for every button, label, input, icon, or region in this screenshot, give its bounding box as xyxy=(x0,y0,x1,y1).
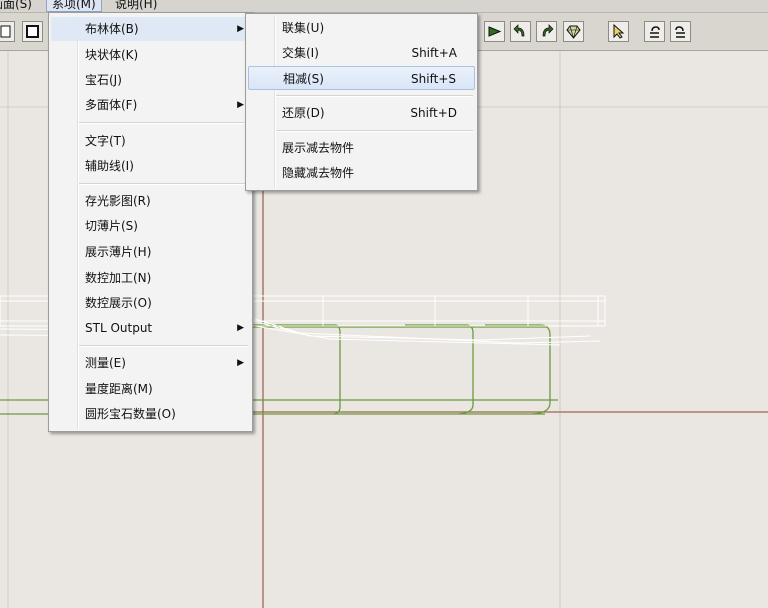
menu-item-guideline[interactable]: 辅助线(I) xyxy=(51,154,250,178)
play-button[interactable] xyxy=(484,21,505,42)
menu-item-label: 还原(D) xyxy=(282,106,325,120)
menu-help[interactable]: 说明(H) xyxy=(110,0,162,11)
menu-item-stl-output[interactable]: STL Output ▶ xyxy=(51,316,250,340)
submenu-item-union[interactable]: 联集(U) xyxy=(248,16,475,40)
options-menu: 布林体(B) ▶ 块状体(K) 宝石(J) 多面体(F) ▶ 文字(T) 辅助线… xyxy=(48,12,253,432)
menu-item-label: 隐藏减去物件 xyxy=(282,166,355,180)
menu-item-cnc-display[interactable]: 数控展示(O) xyxy=(51,291,250,315)
menu-item-label: 交集(I) xyxy=(282,46,319,60)
gem-button[interactable] xyxy=(563,21,584,42)
rotate-left-icon xyxy=(513,24,525,37)
menu-options[interactable]: 系项(M) xyxy=(46,0,102,12)
menu-item-shortcut: Shift+A xyxy=(411,46,457,60)
menu-item-label: 圆形宝石数量(O) xyxy=(85,407,176,421)
submenu-arrow-icon: ▶ xyxy=(237,24,244,34)
menu-item-label: 存光影图(R) xyxy=(85,194,151,208)
undo-icon xyxy=(650,26,660,38)
menu-item-round-gem-count[interactable]: 圆形宝石数量(O) xyxy=(51,402,250,426)
menu-item-gem[interactable]: 宝石(J) xyxy=(51,68,250,92)
submenu-arrow-icon: ▶ xyxy=(237,323,244,333)
redo-button[interactable] xyxy=(670,21,691,42)
menu-item-label: 辅助线(I) xyxy=(85,159,134,173)
submenu-item-restore[interactable]: 还原(D) Shift+D xyxy=(248,101,475,125)
menu-item-label: 相减(S) xyxy=(283,72,324,86)
menu-separator xyxy=(79,345,248,347)
rotate-right-icon xyxy=(542,24,554,37)
menu-view[interactable]: 画面(S) xyxy=(0,0,37,11)
menu-item-label: 展示减去物件 xyxy=(282,141,355,155)
menu-item-label: 多面体(F) xyxy=(85,98,138,112)
rotate-left-button[interactable] xyxy=(510,21,531,42)
submenu-item-hide-subtracted[interactable]: 隐藏减去物件 xyxy=(248,161,475,185)
menu-item-label: 数控加工(N) xyxy=(85,271,152,285)
select-pointer-icon xyxy=(613,24,625,39)
menu-separator xyxy=(79,122,248,124)
menu-separator xyxy=(276,130,473,132)
menu-item-label: 布林体(B) xyxy=(85,22,139,36)
submenu-item-intersect[interactable]: 交集(I) Shift+A xyxy=(248,41,475,65)
menu-item-label: 宝石(J) xyxy=(85,73,122,87)
menu-item-boolean[interactable]: 布林体(B) ▶ xyxy=(51,17,250,41)
menu-item-cnc-machining[interactable]: 数控加工(N) xyxy=(51,266,250,290)
square-button[interactable] xyxy=(22,21,43,42)
menu-item-label: 切薄片(S) xyxy=(85,219,138,233)
menu-separator xyxy=(79,183,248,185)
menu-item-label: 联集(U) xyxy=(282,21,325,35)
menu-item-block[interactable]: 块状体(K) xyxy=(51,43,250,67)
submenu-arrow-icon: ▶ xyxy=(237,100,244,110)
menu-item-label: 展示薄片(H) xyxy=(85,245,152,259)
menu-item-text[interactable]: 文字(T) xyxy=(51,129,250,153)
new-button[interactable] xyxy=(0,21,15,42)
menu-item-label: STL Output xyxy=(85,321,153,335)
menu-item-label: 量度距离(M) xyxy=(85,382,153,396)
boolean-submenu: 联集(U) 交集(I) Shift+A 相减(S) Shift+S 还原(D) … xyxy=(245,13,478,191)
square-icon xyxy=(26,25,39,38)
submenu-item-show-subtracted[interactable]: 展示减去物件 xyxy=(248,136,475,160)
menu-item-show-slices[interactable]: 展示薄片(H) xyxy=(51,240,250,264)
submenu-item-subtract[interactable]: 相减(S) Shift+S xyxy=(248,66,475,90)
menu-item-polyhedron[interactable]: 多面体(F) ▶ xyxy=(51,93,250,117)
gem-icon xyxy=(566,25,581,39)
menu-item-label: 数控展示(O) xyxy=(85,296,152,310)
select-button[interactable] xyxy=(608,21,629,42)
menu-item-label: 块状体(K) xyxy=(85,48,139,62)
menu-item-slice[interactable]: 切薄片(S) xyxy=(51,214,250,238)
play-arrow-icon xyxy=(488,26,502,37)
submenu-arrow-icon: ▶ xyxy=(237,358,244,368)
redo-icon xyxy=(675,26,685,38)
menu-item-measure[interactable]: 测量(E) ▶ xyxy=(51,351,250,375)
menu-separator xyxy=(276,95,473,97)
menu-item-shortcut: Shift+S xyxy=(411,72,456,86)
menu-item-measure-distance[interactable]: 量度距离(M) xyxy=(51,377,250,401)
menu-item-label: 测量(E) xyxy=(85,356,126,370)
new-doc-icon xyxy=(0,25,11,38)
menu-item-save-render[interactable]: 存光影图(R) xyxy=(51,189,250,213)
undo-button[interactable] xyxy=(644,21,665,42)
menu-item-shortcut: Shift+D xyxy=(410,106,457,120)
rotate-right-button[interactable] xyxy=(536,21,557,42)
menu-item-label: 文字(T) xyxy=(85,134,126,148)
